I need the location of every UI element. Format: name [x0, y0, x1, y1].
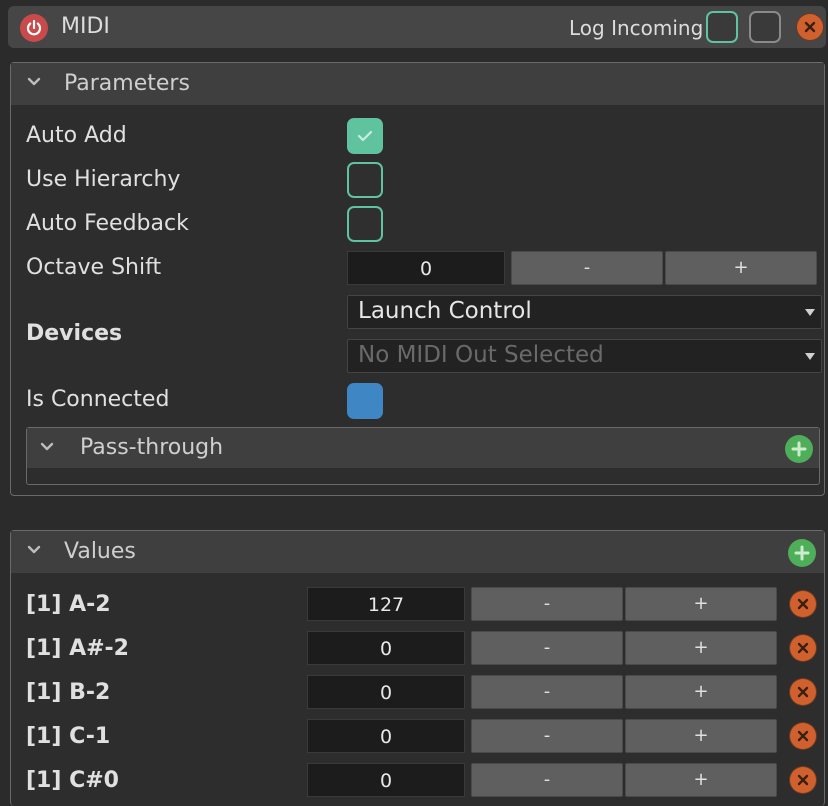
- remove-value-button[interactable]: [790, 723, 816, 749]
- increment-button[interactable]: +: [625, 675, 777, 709]
- devices-label: Devices: [26, 321, 123, 346]
- log-incoming-label: Log Incoming: [569, 16, 704, 40]
- output-device-value: No MIDI Out Selected: [358, 342, 604, 368]
- value-field[interactable]: 0: [307, 719, 465, 753]
- checkmark-icon: [357, 130, 373, 142]
- value-field[interactable]: 0: [307, 675, 465, 709]
- is-connected-label: Is Connected: [26, 387, 170, 412]
- auto-add-checkbox[interactable]: [347, 118, 383, 154]
- values-header[interactable]: Values: [11, 531, 824, 573]
- decrement-button[interactable]: -: [471, 631, 623, 665]
- chevron-down-icon: [40, 442, 54, 451]
- chevron-down-icon: [27, 545, 41, 554]
- dropdown-arrow-icon: [805, 353, 815, 360]
- title-bar: MIDI Log Incoming: [8, 6, 826, 48]
- use-hierarchy-checkbox[interactable]: [347, 162, 383, 198]
- pass-through-panel: Pass-through: [26, 427, 820, 485]
- input-device-value: Launch Control: [358, 298, 532, 324]
- close-icon: [797, 598, 809, 610]
- decrement-button[interactable]: -: [471, 587, 623, 621]
- auto-add-label: Auto Add: [26, 123, 127, 148]
- output-device-dropdown[interactable]: No MIDI Out Selected: [347, 339, 822, 373]
- remove-value-button[interactable]: [790, 679, 816, 705]
- close-icon: [804, 21, 816, 33]
- value-field[interactable]: 0: [307, 763, 465, 797]
- log-outgoing-checkbox[interactable]: [749, 11, 781, 43]
- add-value-button[interactable]: [788, 539, 816, 567]
- octave-shift-label: Octave Shift: [26, 255, 162, 280]
- input-device-dropdown[interactable]: Launch Control: [347, 295, 822, 329]
- power-icon: [26, 19, 42, 36]
- dropdown-arrow-icon: [805, 309, 815, 316]
- close-icon: [797, 686, 809, 698]
- pass-through-header[interactable]: Pass-through: [27, 428, 819, 468]
- value-field[interactable]: 0: [307, 631, 465, 665]
- value-label: [1] A-2: [26, 592, 111, 617]
- remove-value-button[interactable]: [790, 591, 816, 617]
- decrement-button[interactable]: -: [471, 719, 623, 753]
- octave-shift-decrement-button[interactable]: -: [511, 251, 663, 285]
- remove-value-button[interactable]: [790, 767, 816, 793]
- value-label: [1] C#0: [26, 768, 119, 793]
- decrement-button[interactable]: -: [471, 675, 623, 709]
- add-pass-through-button[interactable]: [785, 435, 813, 463]
- plus-icon: [791, 441, 807, 457]
- close-icon: [797, 730, 809, 742]
- decrement-button[interactable]: -: [471, 763, 623, 797]
- octave-shift-field[interactable]: 0: [347, 251, 505, 285]
- value-label: [1] B-2: [26, 680, 111, 705]
- remove-value-button[interactable]: [790, 635, 816, 661]
- use-hierarchy-label: Use Hierarchy: [26, 167, 181, 192]
- parameters-panel: Parameters Auto Add Use Hierarchy Auto F…: [10, 62, 825, 496]
- value-label: [1] C-1: [26, 724, 111, 749]
- increment-button[interactable]: +: [625, 763, 777, 797]
- value-label: [1] A#-2: [26, 636, 129, 661]
- pass-through-title: Pass-through: [80, 435, 224, 460]
- chevron-down-icon: [27, 77, 41, 86]
- increment-button[interactable]: +: [625, 719, 777, 753]
- close-button[interactable]: [797, 14, 823, 40]
- is-connected-indicator: [347, 383, 383, 419]
- parameters-title: Parameters: [64, 71, 190, 96]
- values-panel: Values [1] A-2 127 - + [1] A#-2 0 - + [1…: [10, 530, 825, 806]
- auto-feedback-label: Auto Feedback: [26, 211, 189, 236]
- parameters-header[interactable]: Parameters: [11, 63, 824, 105]
- app-title: MIDI: [61, 14, 110, 39]
- close-icon: [797, 774, 809, 786]
- octave-shift-increment-button[interactable]: +: [665, 251, 817, 285]
- values-title: Values: [64, 539, 136, 564]
- close-icon: [797, 642, 809, 654]
- increment-button[interactable]: +: [625, 587, 777, 621]
- power-button[interactable]: [20, 14, 48, 42]
- auto-feedback-checkbox[interactable]: [347, 206, 383, 242]
- increment-button[interactable]: +: [625, 631, 777, 665]
- plus-icon: [794, 545, 810, 561]
- value-field[interactable]: 127: [307, 587, 465, 621]
- log-incoming-checkbox[interactable]: [706, 11, 738, 43]
